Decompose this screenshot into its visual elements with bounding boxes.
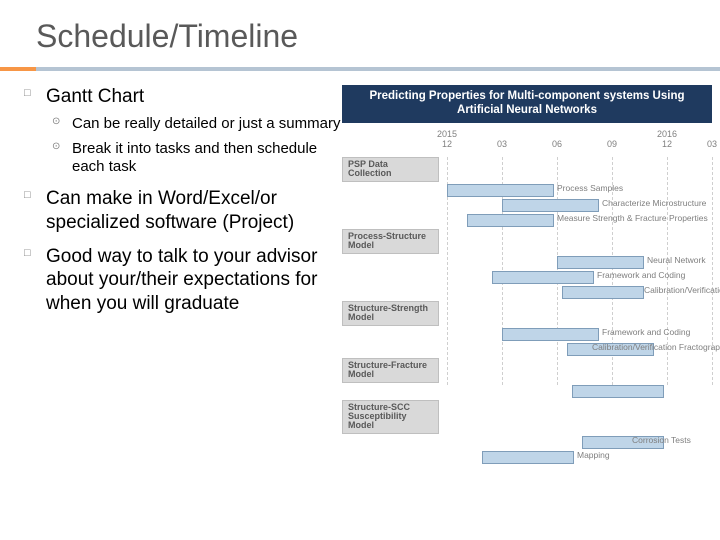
bullet-advisor: Good way to talk to your advisor about y… [18, 245, 342, 316]
task-bar [467, 214, 554, 227]
task-row: Measure Strength & Fracture Properties [342, 212, 712, 227]
chart-group: Structure-Fracture Model [342, 358, 712, 398]
accent-bar [0, 67, 720, 71]
task-label: Calibration/Verification [644, 285, 720, 295]
task-bar [562, 286, 644, 299]
accent-orange [0, 67, 36, 71]
task-row: Calibration/Verification Fractography [342, 341, 712, 356]
task-row: Calibration/Verification [342, 284, 712, 299]
task-label: Calibration/Verification Fractography [592, 342, 720, 352]
slide-body: Gantt Chart Can be really detailed or ju… [0, 71, 720, 385]
axis-tick: 06 [542, 129, 572, 149]
group-header: Structure-SCC Susceptibility Model [342, 400, 439, 434]
group-header: Structure-Strength Model [342, 301, 439, 326]
task-row: Framework and Coding [342, 326, 712, 341]
group-header: PSP Data Collection [342, 157, 439, 182]
group-header: Structure-Fracture Model [342, 358, 439, 383]
gantt-chart: Predicting Properties for Multi-componen… [342, 85, 712, 385]
task-row: Neural Network [342, 254, 712, 269]
slide: Schedule/Timeline Gantt Chart Can be rea… [0, 0, 720, 540]
axis-tick: 03 [697, 129, 720, 149]
text-column: Gantt Chart Can be really detailed or ju… [0, 85, 342, 385]
task-label: Neural Network [647, 255, 706, 265]
chart-title: Predicting Properties for Multi-componen… [342, 85, 712, 123]
bullet-gantt-label: Gantt Chart [46, 86, 144, 107]
bullet-gantt: Gantt Chart Can be really detailed or ju… [18, 85, 342, 177]
task-label: Measure Strength & Fracture Properties [557, 213, 708, 223]
task-row: Corrosion Tests [342, 434, 712, 449]
sub-bullet-break: Break it into tasks and then schedule ea… [46, 140, 342, 178]
task-row: Characterize Microstructure [342, 197, 712, 212]
axis-tick: 03 [487, 129, 517, 149]
sub-bullet-detail: Can be really detailed or just a summary [46, 115, 342, 134]
chart-group: Structure-Strength Model Framework and Co… [342, 301, 712, 356]
bullet-list: Gantt Chart Can be really detailed or ju… [18, 85, 342, 316]
axis-tick: 201512 [432, 129, 462, 149]
accent-grey [36, 67, 720, 71]
task-bar [572, 385, 664, 398]
axis-tick: 201612 [652, 129, 682, 149]
chart-column: Predicting Properties for Multi-componen… [342, 85, 712, 385]
task-bar [447, 184, 554, 197]
chart-group: PSP Data Collection Process Samples Charac… [342, 157, 712, 227]
task-row: Framework and Coding [342, 269, 712, 284]
chart-rows: PSP Data Collection Process Samples Charac… [342, 157, 712, 466]
slide-title: Schedule/Timeline [0, 0, 720, 67]
task-label: Corrosion Tests [632, 435, 691, 445]
task-label: Framework and Coding [597, 270, 685, 280]
chart-group: Process-Structure Model Neural Network Fra… [342, 229, 712, 299]
task-bar [557, 256, 644, 269]
task-row [342, 383, 712, 398]
task-label: Characterize Microstructure [602, 198, 706, 208]
task-label: Framework and Coding [602, 327, 690, 337]
sub-bullet-list: Can be really detailed or just a summary… [46, 115, 342, 177]
chart-group: Structure-SCC Susceptibility Model Corros… [342, 400, 712, 464]
task-bar [482, 451, 574, 464]
task-bar [502, 328, 599, 341]
bullet-software: Can make in Word/Excel/or specialized so… [18, 187, 342, 235]
task-bar [492, 271, 594, 284]
task-label: Mapping [577, 450, 610, 460]
axis-tick: 09 [597, 129, 627, 149]
task-label: Process Samples [557, 183, 623, 193]
task-bar [502, 199, 599, 212]
task-row: Mapping [342, 449, 712, 464]
task-row: Process Samples [342, 182, 712, 197]
group-header: Process-Structure Model [342, 229, 439, 254]
